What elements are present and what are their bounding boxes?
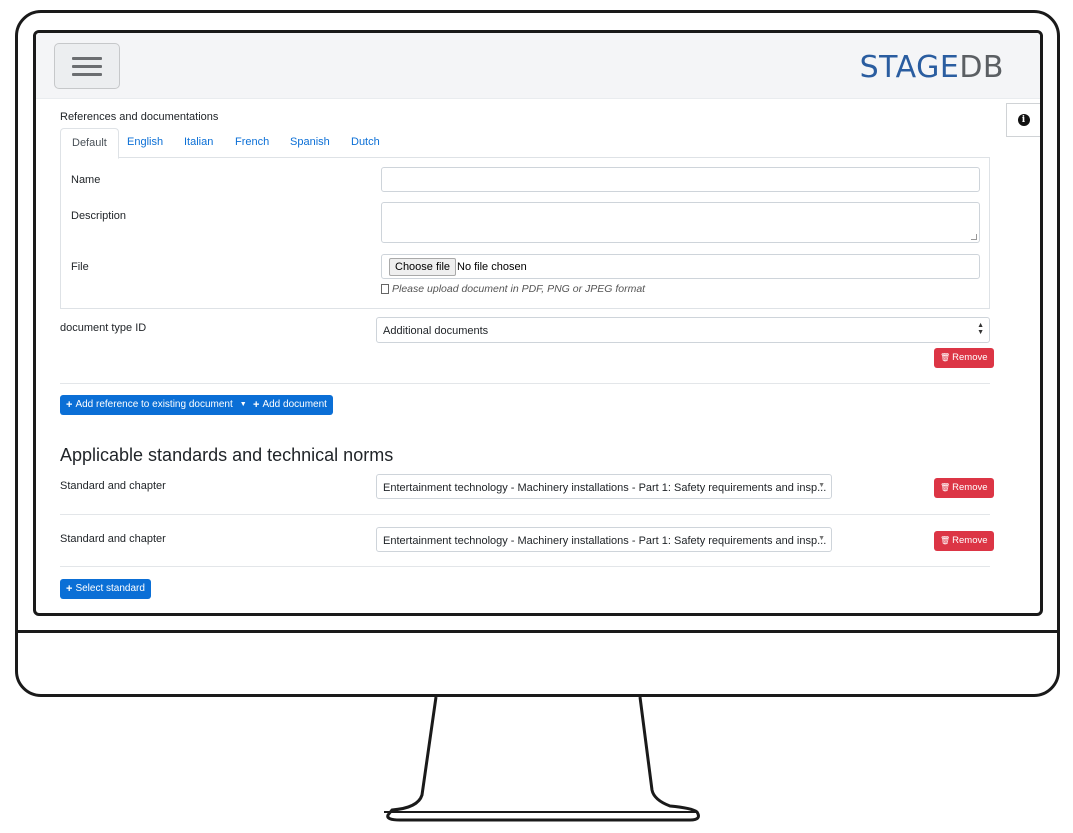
references-section-label: References and documentations (60, 111, 219, 123)
file-status-text: No file chosen (457, 261, 527, 273)
plus-icon: + (66, 399, 73, 411)
standard-row-label: Standard and chapter (60, 533, 166, 545)
document-type-select[interactable]: Additional documents ▲ ▼ (376, 317, 990, 343)
hamburger-icon (72, 57, 102, 60)
tab-default[interactable]: Default (60, 128, 119, 159)
divider (60, 514, 990, 515)
select-standard-button[interactable]: + Select standard (60, 579, 151, 599)
document-type-label: document type ID (60, 322, 147, 334)
file-label: File (71, 261, 89, 273)
trash-icon: 🗑 (940, 353, 951, 362)
name-label: Name (71, 174, 101, 186)
add-reference-label: Add reference to existing document (75, 399, 233, 410)
divider (60, 566, 990, 567)
remove-standard-button[interactable]: 🗑 Remove (934, 478, 994, 498)
caret-down-icon: ▼ (818, 482, 825, 489)
file-input[interactable]: Choose file No file chosen (381, 254, 980, 279)
standard-select[interactable]: Entertainment technology - Machinery ins… (376, 474, 832, 499)
brand-stage-text: STAGE (859, 50, 960, 85)
hamburger-icon-bar (72, 73, 102, 76)
add-document-label: Add document (262, 399, 327, 410)
choose-file-button[interactable]: Choose file (389, 258, 457, 276)
select-updown-icon: ▲ ▼ (977, 322, 984, 336)
screen: STAGEDB i References and documentations … (33, 30, 1043, 616)
tab-dutch[interactable]: Dutch (340, 128, 391, 158)
remove-label: Remove (952, 352, 988, 363)
trash-icon: 🗑 (940, 483, 951, 492)
divider (60, 383, 990, 384)
standard-row-label: Standard and chapter (60, 480, 166, 492)
plus-icon: + (66, 583, 73, 595)
app-header: STAGEDB (36, 33, 1040, 99)
resize-grip-icon[interactable] (971, 234, 977, 240)
name-input[interactable] (381, 167, 980, 192)
tab-english[interactable]: English (116, 128, 174, 158)
menu-toggle-button[interactable] (54, 43, 120, 89)
description-label: Description (71, 210, 127, 222)
caret-down-icon: ▼ (818, 535, 825, 542)
default-tab-panel: Name Description File Choose file No fil… (60, 157, 990, 309)
standard-select[interactable]: Entertainment technology - Machinery ins… (376, 527, 832, 552)
language-tabs: Default English Italian French Spanish D… (60, 128, 990, 159)
file-pdf-icon (381, 284, 389, 294)
file-help-text: Please upload document in PDF, PNG or JP… (381, 283, 645, 295)
brand-logo: STAGEDB (860, 50, 1004, 85)
remove-document-button[interactable]: 🗑 Remove (934, 348, 994, 368)
info-button[interactable]: i (1006, 103, 1040, 137)
tab-spanish[interactable]: Spanish (279, 128, 341, 158)
tab-french[interactable]: French (224, 128, 280, 158)
add-document-button[interactable]: + Add document (247, 395, 333, 415)
remove-label: Remove (952, 535, 988, 546)
info-circle-icon: i (1017, 114, 1030, 126)
standards-heading: Applicable standards and technical norms (60, 445, 394, 465)
file-help-label: Please upload document in PDF, PNG or JP… (392, 283, 646, 295)
plus-icon: + (253, 399, 260, 411)
standard-select-value: Entertainment technology - Machinery ins… (383, 482, 827, 494)
trash-icon: 🗑 (940, 536, 951, 545)
hamburger-icon-bar (72, 65, 102, 68)
description-textarea[interactable] (381, 202, 980, 243)
remove-label: Remove (952, 482, 988, 493)
document-type-value: Additional documents (383, 325, 489, 337)
select-standard-label: Select standard (75, 583, 145, 594)
remove-standard-button[interactable]: 🗑 Remove (934, 531, 994, 551)
brand-db-text: DB (959, 50, 1004, 85)
caret-down-icon: ▼ (239, 401, 247, 408)
add-reference-button[interactable]: + Add reference to existing document ▼ (60, 395, 253, 415)
tab-italian[interactable]: Italian (173, 128, 224, 158)
standard-select-value: Entertainment technology - Machinery ins… (383, 535, 827, 547)
